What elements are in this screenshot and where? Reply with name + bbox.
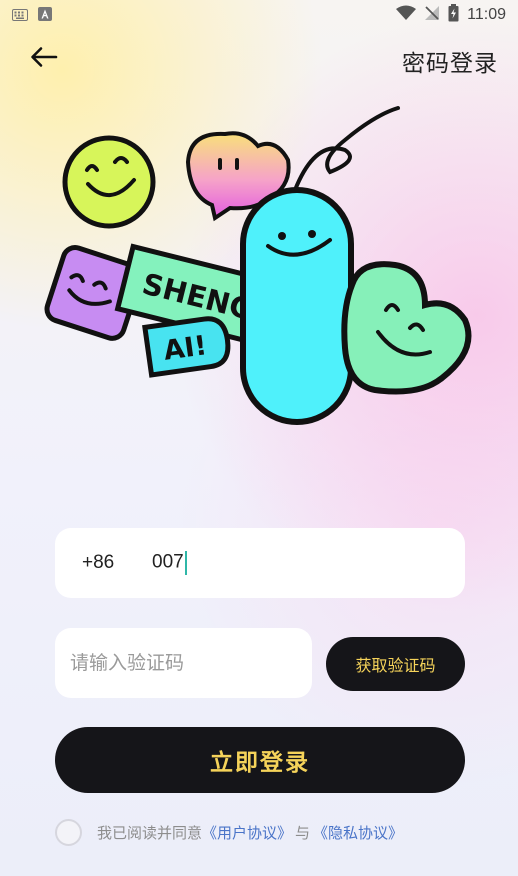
status-left	[12, 6, 52, 25]
header: 密码登录	[0, 36, 518, 82]
agreement-connector: 与	[295, 823, 311, 842]
sticker-collage: SHENG AI!	[44, 106, 472, 425]
phone-field[interactable]: 007	[152, 551, 187, 575]
phone-value: 007	[152, 551, 184, 573]
get-code-button[interactable]: 获取验证码	[326, 637, 465, 691]
agreement-checkbox[interactable]	[55, 818, 82, 846]
ai-text-sticker: AI!	[142, 316, 231, 378]
swirl-line	[293, 106, 400, 192]
back-button[interactable]	[26, 42, 62, 76]
privacy-agreement-link[interactable]: 《隐私协议》	[313, 822, 403, 843]
agreement-row: 我已阅读并同意 《用户协议》 与 《隐私协议》	[55, 818, 403, 846]
arrow-left-icon	[30, 46, 58, 72]
no-signal-icon	[424, 5, 440, 25]
sticker-text-ai: AI!	[162, 330, 209, 367]
login-button[interactable]: 立即登录	[55, 727, 465, 793]
password-login-link[interactable]: 密码登录	[402, 44, 498, 78]
status-right: 11:09	[396, 4, 506, 26]
phone-input-box[interactable]: +86 007	[55, 528, 465, 598]
wifi-icon	[396, 5, 417, 25]
country-code-selector[interactable]: +86	[82, 552, 152, 574]
keyboard-icon	[12, 6, 28, 25]
status-time: 11:09	[467, 6, 506, 23]
status-bar: 11:09	[0, 0, 518, 30]
battery-icon	[448, 4, 459, 26]
code-input-box[interactable]	[55, 628, 312, 698]
app-notification-icon	[38, 6, 52, 25]
agreement-prefix: 我已阅读并同意	[97, 823, 203, 842]
verification-code-input[interactable]	[70, 652, 300, 674]
user-agreement-link[interactable]: 《用户协议》	[202, 822, 292, 843]
green-smiley-sticker	[62, 135, 156, 229]
hero-illustration: SHENG AI!	[30, 100, 480, 430]
cyan-pill-character	[240, 187, 354, 425]
text-caret	[184, 551, 187, 575]
green-heart-sticker	[341, 261, 472, 395]
